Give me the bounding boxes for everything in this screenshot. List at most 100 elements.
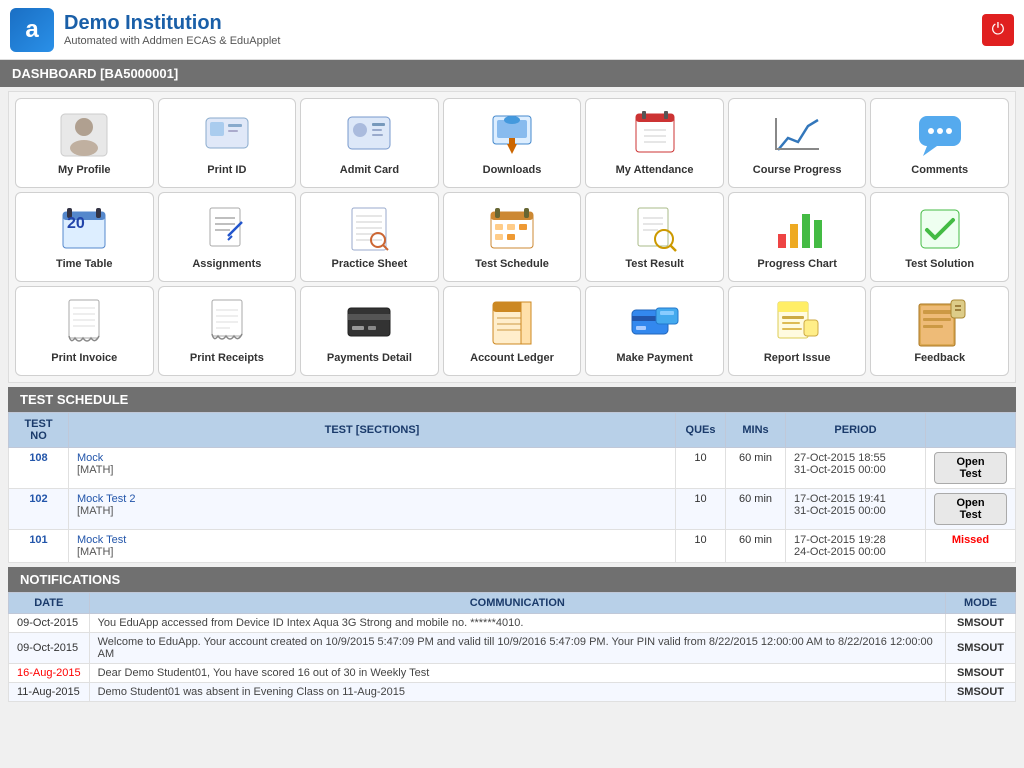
header-text: Demo Institution Automated with Addmen E…	[64, 12, 280, 47]
missed-label: Missed	[952, 534, 989, 546]
test-section: [MATH]	[77, 505, 113, 517]
th-date: DATE	[9, 593, 90, 614]
grid-item-course-progress[interactable]: Course Progress	[728, 98, 867, 188]
my-profile-label: My Profile	[58, 164, 111, 176]
th-action	[926, 413, 1016, 448]
table-row: 101 Mock Test [MATH] 10 60 min 17-Oct-20…	[9, 530, 1016, 563]
grid-item-practice-sheet[interactable]: Practice Sheet	[300, 192, 439, 282]
notif-mode: SMSOUT	[946, 683, 1016, 702]
dashboard-label: DASHBOARD [BA5000001]	[12, 66, 178, 81]
grid-item-make-payment[interactable]: Make Payment	[585, 286, 724, 376]
test-ques-cell: 10	[676, 489, 726, 530]
test-action-cell: Missed	[926, 530, 1016, 563]
admit-card-label: Admit Card	[340, 164, 399, 176]
grid-item-assignments[interactable]: Assignments	[158, 192, 297, 282]
notifications-body: 09-Oct-2015 You EduApp accessed from Dev…	[9, 614, 1016, 702]
test-mins-cell: 60 min	[726, 530, 786, 563]
downloads-label: Downloads	[483, 164, 542, 176]
grid-item-test-result[interactable]: Test Result	[585, 192, 724, 282]
notif-communication: Dear Demo Student01, You have scored 16 …	[89, 664, 945, 683]
downloads-icon	[485, 110, 539, 160]
test-schedule-label: Test Schedule	[475, 258, 549, 270]
logo-icon: a	[10, 8, 54, 52]
th-mode: MODE	[946, 593, 1016, 614]
course-progress-icon	[770, 110, 824, 160]
test-section: [MATH]	[77, 546, 113, 558]
notifications-header-row: DATE COMMUNICATION MODE	[9, 593, 1016, 614]
print-id-label: Print ID	[207, 164, 246, 176]
progress-chart-icon	[770, 204, 824, 254]
test-period-cell: 27-Oct-2015 18:5531-Oct-2015 00:00	[786, 448, 926, 489]
print-invoice-icon	[57, 298, 111, 348]
notifications-header: NOTIFICATIONS	[8, 567, 1016, 592]
test-action-cell[interactable]: Open Test	[926, 448, 1016, 489]
th-testno: TEST NO	[9, 413, 69, 448]
grid-item-print-id[interactable]: Print ID	[158, 98, 297, 188]
grid-item-admit-card[interactable]: Admit Card	[300, 98, 439, 188]
grid-item-print-receipts[interactable]: Print Receipts	[158, 286, 297, 376]
time-table-label: Time Table	[56, 258, 112, 270]
list-item: 16-Aug-2015 Dear Demo Student01, You hav…	[9, 664, 1016, 683]
assignments-label: Assignments	[192, 258, 261, 270]
power-button[interactable]: ⏻	[982, 14, 1014, 46]
svg-text:20: 20	[67, 215, 85, 232]
grid-item-test-schedule[interactable]: Test Schedule	[443, 192, 582, 282]
th-communication: COMMUNICATION	[89, 593, 945, 614]
course-progress-label: Course Progress	[753, 164, 842, 176]
header-left: a Demo Institution Automated with Addmen…	[10, 8, 280, 52]
grid-item-my-profile[interactable]: My Profile	[15, 98, 154, 188]
dashboard-bar: DASHBOARD [BA5000001]	[0, 60, 1024, 87]
test-schedule-body: 108 Mock [MATH] 10 60 min 27-Oct-2015 18…	[9, 448, 1016, 563]
test-ques-cell: 10	[676, 448, 726, 489]
report-issue-label: Report Issue	[764, 352, 831, 364]
test-mins-cell: 60 min	[726, 448, 786, 489]
notif-date: 09-Oct-2015	[9, 633, 90, 664]
test-name: Mock	[77, 452, 103, 464]
grid-item-my-attendance[interactable]: My Attendance	[585, 98, 724, 188]
th-period: PERIOD	[786, 413, 926, 448]
test-schedule-header: TEST SCHEDULE	[8, 387, 1016, 412]
test-solution-icon	[913, 204, 967, 254]
progress-chart-label: Progress Chart	[757, 258, 836, 270]
grid-item-comments[interactable]: Comments	[870, 98, 1009, 188]
header: a Demo Institution Automated with Addmen…	[0, 0, 1024, 60]
test-schedule-table: TEST NO TEST [SECTIONS] QUEs MINs PERIOD…	[8, 412, 1016, 563]
grid-item-test-solution[interactable]: Test Solution	[870, 192, 1009, 282]
test-name: Mock Test	[77, 534, 126, 546]
comments-label: Comments	[911, 164, 968, 176]
test-ques-cell: 10	[676, 530, 726, 563]
test-name: Mock Test 2	[77, 493, 136, 505]
notif-mode: SMSOUT	[946, 614, 1016, 633]
assignments-icon	[200, 204, 254, 254]
account-ledger-icon	[485, 298, 539, 348]
test-section: [MATH]	[77, 464, 113, 476]
notif-date: 09-Oct-2015	[9, 614, 90, 633]
open-test-button[interactable]: Open Test	[934, 452, 1007, 484]
grid-item-print-invoice[interactable]: Print Invoice	[15, 286, 154, 376]
grid-item-downloads[interactable]: Downloads	[443, 98, 582, 188]
table-row: 108 Mock [MATH] 10 60 min 27-Oct-2015 18…	[9, 448, 1016, 489]
test-no-cell: 101	[9, 530, 69, 563]
grid-item-feedback[interactable]: Feedback	[870, 286, 1009, 376]
print-receipts-icon	[200, 298, 254, 348]
notif-mode: SMSOUT	[946, 633, 1016, 664]
institution-subtitle: Automated with Addmen ECAS & EduApplet	[64, 35, 280, 47]
admit-card-icon	[342, 110, 396, 160]
grid-item-time-table[interactable]: 20 Time Table	[15, 192, 154, 282]
test-name-cell: Mock Test 2 [MATH]	[69, 489, 676, 530]
notif-communication: You EduApp accessed from Device ID Intex…	[89, 614, 945, 633]
grid-item-payments-detail[interactable]: Payments Detail	[300, 286, 439, 376]
notif-communication: Demo Student01 was absent in Evening Cla…	[89, 683, 945, 702]
test-solution-label: Test Solution	[905, 258, 974, 270]
print-receipts-label: Print Receipts	[190, 352, 264, 364]
notif-date: 11-Aug-2015	[9, 683, 90, 702]
account-ledger-label: Account Ledger	[470, 352, 554, 364]
list-item: 09-Oct-2015 Welcome to EduApp. Your acco…	[9, 633, 1016, 664]
test-action-cell[interactable]: Open Test	[926, 489, 1016, 530]
grid-item-report-issue[interactable]: Report Issue	[728, 286, 867, 376]
icon-grid: My Profile Print ID Admit Card Downloads My …	[8, 91, 1016, 383]
grid-item-progress-chart[interactable]: Progress Chart	[728, 192, 867, 282]
print-invoice-label: Print Invoice	[51, 352, 117, 364]
open-test-button[interactable]: Open Test	[934, 493, 1007, 525]
grid-item-account-ledger[interactable]: Account Ledger	[443, 286, 582, 376]
